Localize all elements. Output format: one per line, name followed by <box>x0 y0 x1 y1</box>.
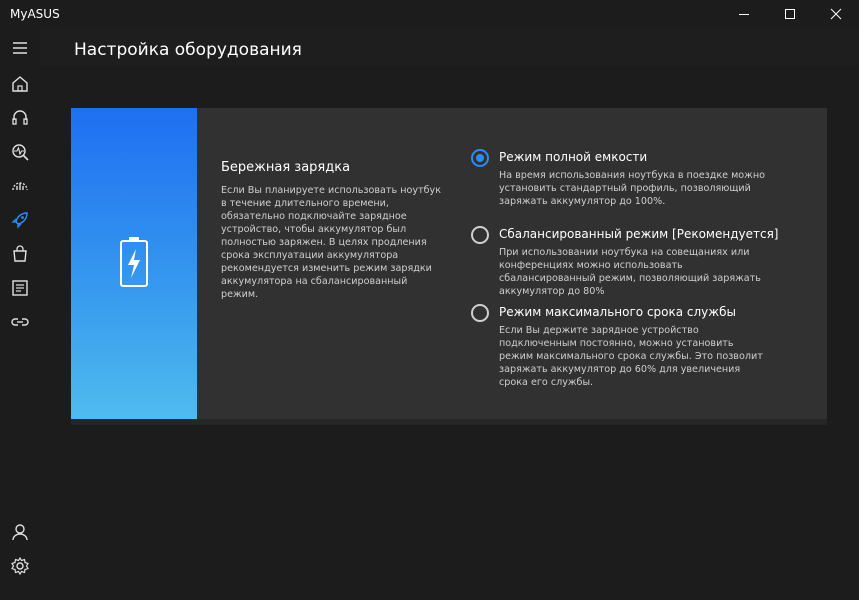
app-title: MyASUS <box>10 7 60 21</box>
battery-health-card: Бережная зарядка Если Вы планируете испо… <box>71 108 827 419</box>
hamburger-icon[interactable] <box>8 36 32 60</box>
radio-balanced[interactable] <box>471 226 489 244</box>
speedometer-icon[interactable] <box>8 174 32 198</box>
rocket-icon[interactable] <box>8 208 32 232</box>
feature-title: Бережная зарядка <box>221 160 351 175</box>
headset-icon[interactable] <box>8 106 32 130</box>
diagnostics-icon[interactable] <box>8 140 32 164</box>
feature-description: Если Вы планируете использовать ноутбук … <box>221 185 441 300</box>
title-bar: MyASUS <box>0 0 859 28</box>
radio-max-lifespan[interactable] <box>471 304 489 322</box>
option-label: Режим полной емкости <box>499 150 648 164</box>
link-icon[interactable] <box>8 310 32 334</box>
minimize-icon <box>739 14 749 15</box>
card-banner <box>71 108 197 419</box>
user-icon[interactable] <box>8 520 32 544</box>
battery-charging-icon <box>120 237 148 287</box>
option-description: При использовании ноутбука на совещаниях… <box>499 247 761 297</box>
maximize-icon <box>785 9 795 19</box>
sidebar <box>0 28 40 600</box>
option-description: Если Вы держите зарядное устройство подк… <box>499 325 763 388</box>
minimize-button[interactable] <box>721 0 767 28</box>
home-icon[interactable] <box>8 72 32 96</box>
close-button[interactable] <box>813 0 859 28</box>
option-label: Сбалансированный режим [Рекомендуется] <box>499 227 779 241</box>
maximize-button[interactable] <box>767 0 813 28</box>
option-label: Режим максимального срока службы <box>499 305 736 319</box>
document-icon[interactable] <box>8 276 32 300</box>
page-title: Настройка оборудования <box>74 40 302 60</box>
close-icon <box>830 8 842 20</box>
radio-full-capacity[interactable] <box>471 149 489 167</box>
page-header: Настройка оборудования <box>40 28 859 66</box>
shopping-bag-icon[interactable] <box>8 242 32 266</box>
card-footer-bar <box>71 419 827 425</box>
gear-icon[interactable] <box>8 554 32 578</box>
option-description: На время использования ноутбука в поездк… <box>499 170 765 207</box>
